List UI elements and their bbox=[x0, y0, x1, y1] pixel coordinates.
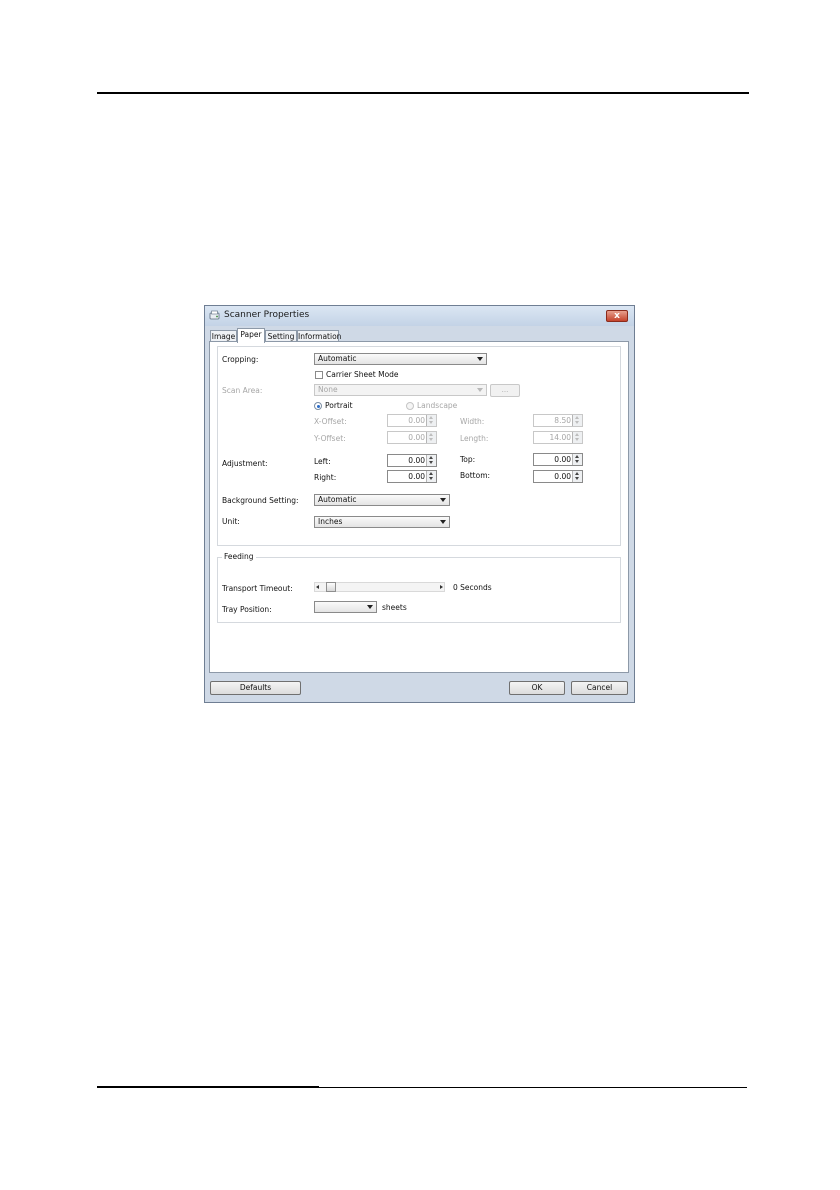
x-offset-value: 0.00 bbox=[408, 416, 425, 425]
paper-tab-panel: Cropping: Automatic Carrier Sheet Mode S… bbox=[209, 341, 629, 673]
tray-position-label: Tray Position: bbox=[222, 605, 272, 614]
left-spinner[interactable]: 0.00 bbox=[387, 454, 437, 467]
scan-area-browse-button[interactable]: ... bbox=[490, 384, 520, 397]
defaults-button[interactable]: Defaults bbox=[210, 681, 301, 695]
background-setting-label: Background Setting: bbox=[222, 496, 299, 505]
scan-area-label: Scan Area: bbox=[222, 386, 263, 395]
chevron-down-icon bbox=[477, 357, 483, 361]
transport-timeout-value: 0 Seconds bbox=[453, 583, 492, 592]
slider-right-arrow-icon[interactable] bbox=[440, 584, 443, 589]
carrier-sheet-checkbox[interactable] bbox=[315, 371, 323, 379]
length-label: Length: bbox=[460, 434, 489, 443]
chevron-down-icon bbox=[440, 498, 446, 502]
cancel-button[interactable]: Cancel bbox=[571, 681, 628, 695]
ok-button[interactable]: OK bbox=[509, 681, 565, 695]
right-value: 0.00 bbox=[408, 472, 425, 481]
top-value: 0.00 bbox=[554, 455, 571, 464]
spinner-arrows-icon[interactable] bbox=[426, 432, 436, 443]
length-spinner[interactable]: 14.00 bbox=[533, 431, 583, 444]
portrait-radio[interactable] bbox=[314, 402, 322, 410]
footer-rule bbox=[97, 1087, 747, 1088]
unit-value: Inches bbox=[318, 517, 343, 526]
width-spinner[interactable]: 8.50 bbox=[533, 414, 583, 427]
transport-timeout-label: Transport Timeout: bbox=[222, 584, 293, 593]
slider-thumb[interactable] bbox=[326, 582, 336, 592]
y-offset-value: 0.00 bbox=[408, 433, 425, 442]
left-value: 0.00 bbox=[408, 456, 425, 465]
cropping-label: Cropping: bbox=[222, 355, 259, 364]
length-value: 14.00 bbox=[549, 433, 571, 442]
cropping-value: Automatic bbox=[318, 354, 357, 363]
header-rule bbox=[97, 92, 749, 94]
spinner-arrows-icon[interactable] bbox=[572, 432, 582, 443]
background-setting-value: Automatic bbox=[318, 495, 357, 504]
spinner-arrows-icon[interactable] bbox=[426, 415, 436, 426]
background-setting-select[interactable]: Automatic bbox=[314, 494, 450, 506]
scan-area-value: None bbox=[318, 385, 338, 394]
scanner-properties-dialog: Scanner Properties x Image Paper Setting… bbox=[204, 305, 635, 703]
chevron-down-icon bbox=[440, 520, 446, 524]
width-label: Width: bbox=[460, 417, 485, 426]
feeding-group-label: Feeding bbox=[222, 552, 256, 561]
scanner-icon bbox=[209, 310, 220, 320]
adjustment-label: Adjustment: bbox=[222, 459, 268, 468]
right-spinner[interactable]: 0.00 bbox=[387, 470, 437, 483]
unit-label: Unit: bbox=[222, 517, 240, 526]
spinner-arrows-icon[interactable] bbox=[572, 471, 582, 482]
cropping-select[interactable]: Automatic bbox=[314, 353, 487, 365]
close-button[interactable]: x bbox=[606, 310, 628, 322]
tray-position-unit: sheets bbox=[382, 603, 407, 612]
landscape-label: Landscape bbox=[417, 401, 458, 410]
tab-paper[interactable]: Paper bbox=[237, 328, 265, 343]
spinner-arrows-icon[interactable] bbox=[572, 415, 582, 426]
y-offset-spinner[interactable]: 0.00 bbox=[387, 431, 437, 444]
bottom-value: 0.00 bbox=[554, 472, 571, 481]
left-label: Left: bbox=[314, 457, 331, 466]
top-spinner[interactable]: 0.00 bbox=[533, 453, 583, 466]
spinner-arrows-icon[interactable] bbox=[572, 454, 582, 465]
carrier-sheet-label: Carrier Sheet Mode bbox=[326, 370, 399, 379]
spinner-arrows-icon[interactable] bbox=[426, 455, 436, 466]
scan-area-select[interactable]: None bbox=[314, 384, 487, 396]
x-offset-spinner[interactable]: 0.00 bbox=[387, 414, 437, 427]
x-offset-label: X-Offset: bbox=[314, 417, 347, 426]
bottom-spinner[interactable]: 0.00 bbox=[533, 470, 583, 483]
y-offset-label: Y-Offset: bbox=[314, 434, 346, 443]
chevron-down-icon bbox=[477, 388, 483, 392]
close-icon: x bbox=[614, 311, 620, 321]
top-label: Top: bbox=[460, 455, 476, 464]
chevron-down-icon bbox=[367, 605, 373, 609]
right-label: Right: bbox=[314, 473, 337, 482]
spinner-arrows-icon[interactable] bbox=[426, 471, 436, 482]
title-bar[interactable]: Scanner Properties x bbox=[205, 306, 634, 326]
tray-position-select[interactable] bbox=[314, 601, 377, 613]
slider-left-arrow-icon[interactable] bbox=[316, 584, 319, 589]
bottom-label: Bottom: bbox=[460, 471, 491, 480]
window-title: Scanner Properties bbox=[224, 310, 310, 320]
portrait-label: Portrait bbox=[325, 401, 353, 410]
landscape-radio[interactable] bbox=[406, 402, 414, 410]
unit-select[interactable]: Inches bbox=[314, 516, 450, 528]
width-value: 8.50 bbox=[554, 416, 571, 425]
